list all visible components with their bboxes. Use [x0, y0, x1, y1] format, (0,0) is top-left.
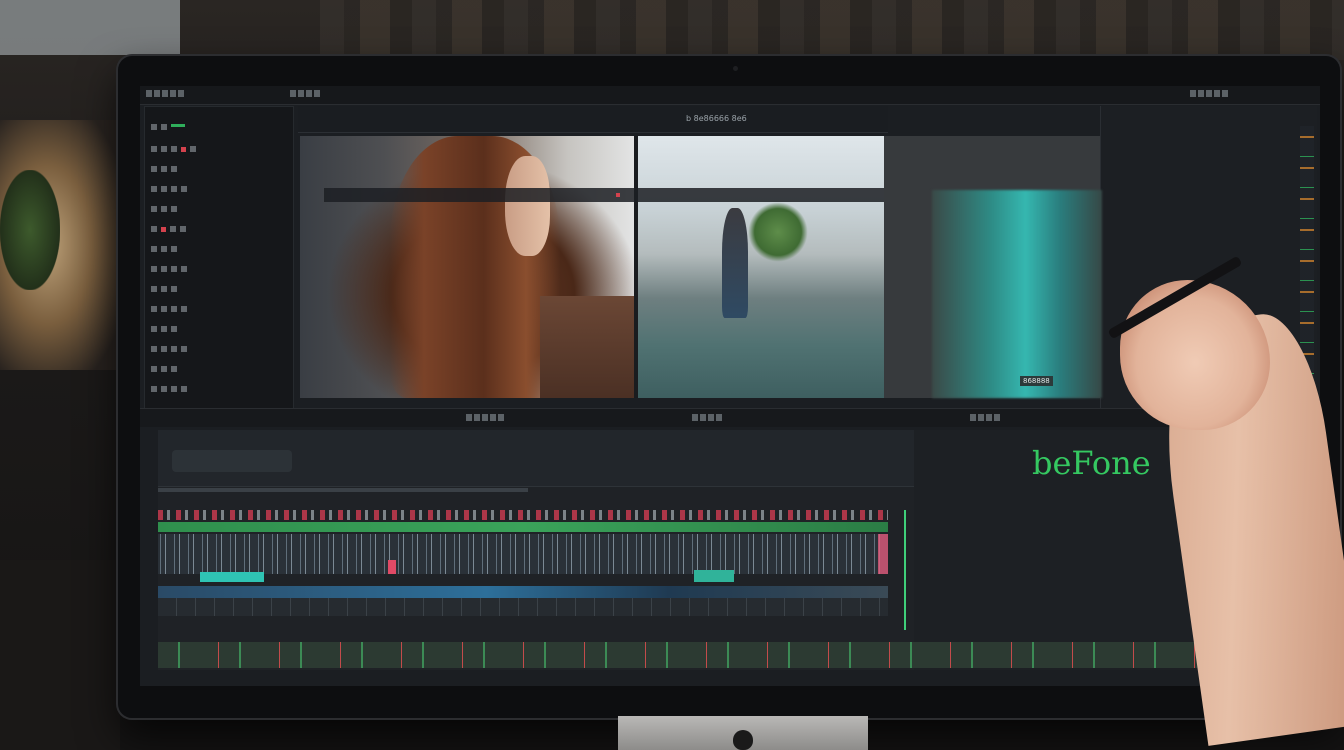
background-desk — [0, 560, 120, 750]
split-divider[interactable] — [634, 136, 638, 398]
video-track-clip[interactable] — [158, 522, 888, 532]
audio-clip[interactable] — [694, 570, 734, 582]
audio-waveform-track[interactable] — [158, 534, 888, 574]
media-pool-panel — [144, 106, 294, 418]
panel-row[interactable] — [151, 137, 200, 152]
background-bookshelf — [320, 0, 1344, 60]
clip-end-handle[interactable] — [878, 534, 888, 574]
video-viewer[interactable] — [300, 136, 884, 398]
menu-bar — [140, 86, 1320, 105]
background-window — [0, 0, 180, 55]
transport-bar — [140, 408, 1320, 427]
clip-marker[interactable] — [388, 560, 396, 574]
timeline-scrollbar[interactable] — [158, 488, 528, 492]
timeline[interactable] — [158, 430, 914, 670]
view-controls[interactable] — [970, 413, 1002, 422]
panel-row[interactable] — [151, 297, 191, 312]
empty-track[interactable] — [158, 598, 888, 616]
standing-figure — [722, 208, 748, 318]
panel-row[interactable] — [151, 197, 181, 212]
marker-dot — [616, 193, 620, 197]
panel-row[interactable] — [151, 317, 181, 332]
panel-row[interactable] — [151, 157, 181, 172]
marker-track[interactable] — [158, 510, 888, 520]
before-overlay-label: beFone — [1032, 444, 1151, 482]
panel-row[interactable] — [151, 237, 181, 252]
interior-plant — [748, 202, 808, 262]
overlay-bar — [324, 188, 884, 202]
panel-toolbar[interactable] — [151, 115, 189, 130]
timeline-overview — [172, 450, 292, 472]
subject-face — [505, 156, 550, 256]
panel-row[interactable] — [151, 217, 190, 232]
panel-row[interactable] — [151, 357, 181, 372]
transport-controls[interactable] — [466, 413, 506, 422]
viewer-header: b 8e86666 8e6 — [298, 106, 888, 133]
panel-row[interactable] — [151, 257, 191, 272]
menu-icons-right[interactable] — [1190, 89, 1230, 98]
viewer-title: b 8e86666 8e6 — [686, 114, 747, 123]
camera-dot-icon — [733, 66, 738, 71]
audio-clip[interactable] — [200, 572, 264, 582]
playhead[interactable] — [904, 510, 906, 630]
bottom-timeline-strip[interactable] — [158, 642, 1258, 668]
panel-footer[interactable] — [151, 399, 201, 414]
background-plant — [0, 170, 60, 290]
after-frame — [638, 136, 884, 398]
panel-row[interactable] — [151, 277, 181, 292]
after-preview-image — [932, 190, 1102, 398]
timecode-controls[interactable] — [692, 413, 724, 422]
menu-icons-left[interactable] — [146, 89, 186, 98]
after-preview-label: 868888 — [1020, 376, 1053, 386]
panel-row[interactable] — [151, 377, 191, 392]
panel-row[interactable] — [151, 177, 191, 192]
audio-track-2[interactable] — [158, 586, 888, 598]
menu-icons-center[interactable] — [290, 89, 322, 98]
apple-logo-icon — [733, 730, 753, 750]
panel-row[interactable] — [151, 337, 191, 352]
floor — [540, 296, 634, 398]
